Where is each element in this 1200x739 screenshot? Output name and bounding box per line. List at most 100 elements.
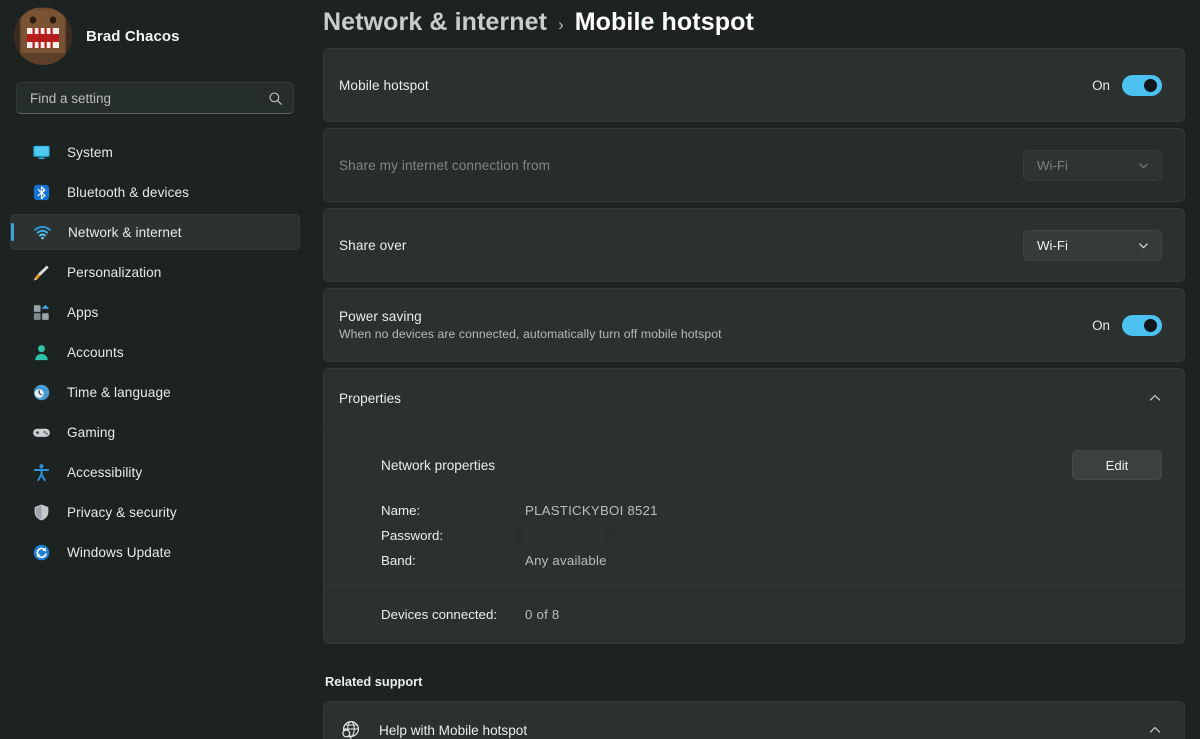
sidebar-item-label: System	[67, 145, 113, 160]
bluetooth-icon	[32, 183, 51, 202]
mobile-hotspot-toggle-group: On	[1092, 75, 1162, 96]
help-link-label: Help with Mobile hotspot	[379, 723, 1130, 738]
mobile-hotspot-row: Mobile hotspot On	[324, 49, 1184, 121]
accessibility-icon	[32, 463, 51, 482]
toggle-knob	[1144, 319, 1157, 332]
edit-button[interactable]: Edit	[1072, 450, 1162, 480]
sidebar: Brad Chacos System	[0, 0, 310, 739]
share-over-card: Share over Wi-Fi	[323, 208, 1185, 282]
properties-body: Network properties Edit Name: PLASTICKYB…	[324, 427, 1184, 585]
related-support-heading: Related support	[323, 650, 1185, 701]
chevron-down-icon	[1138, 160, 1149, 171]
sidebar-item-label: Windows Update	[67, 545, 171, 560]
avatar[interactable]	[14, 7, 72, 65]
devices-connected-section: Devices connected: 0 of 8	[324, 585, 1184, 643]
sidebar-item-personalization[interactable]: Personalization	[10, 254, 300, 290]
property-row-password: Password:	[381, 523, 1162, 548]
account-header[interactable]: Brad Chacos	[0, 0, 310, 64]
network-properties-header: Network properties Edit	[381, 446, 1162, 484]
property-row-band: Band: Any available	[381, 548, 1162, 573]
share-from-row: Share my internet connection from Wi-Fi	[324, 129, 1184, 201]
search-icon[interactable]	[268, 91, 283, 106]
property-value: PLASTICKYBOI 8521	[525, 503, 658, 518]
sidebar-item-label: Personalization	[67, 265, 161, 280]
sidebar-item-label: Time & language	[67, 385, 171, 400]
mobile-hotspot-state: On	[1092, 78, 1110, 93]
share-over-value: Wi-Fi	[1037, 238, 1068, 253]
sidebar-item-gaming[interactable]: Gaming	[10, 414, 300, 450]
help-with-mobile-hotspot-row[interactable]: Help with Mobile hotspot	[324, 702, 1184, 739]
search-input[interactable]	[30, 91, 268, 106]
share-from-dropdown: Wi-Fi	[1023, 150, 1162, 181]
breadcrumb-separator: ›	[558, 15, 564, 35]
globe-search-icon	[339, 719, 361, 739]
sidebar-item-label: Apps	[67, 305, 98, 320]
sidebar-item-system[interactable]: System	[10, 134, 300, 170]
search-container	[16, 82, 294, 114]
clock-icon	[32, 383, 51, 402]
account-name: Brad Chacos	[86, 28, 180, 45]
share-from-label: Share my internet connection from	[339, 158, 1023, 173]
help-card: Help with Mobile hotspot	[323, 701, 1185, 739]
properties-card: Properties Network properties Edit Name:…	[323, 368, 1185, 644]
devices-connected-value: 0 of 8	[525, 607, 559, 622]
person-icon	[32, 343, 51, 362]
power-saving-state: On	[1092, 318, 1110, 333]
devices-connected-row: Devices connected: 0 of 8	[381, 602, 1162, 627]
sidebar-item-time-language[interactable]: Time & language	[10, 374, 300, 410]
sidebar-item-windows-update[interactable]: Windows Update	[10, 534, 300, 570]
domo-avatar-icon	[14, 7, 72, 65]
password-redacted-value	[525, 529, 605, 542]
devices-connected-label: Devices connected:	[381, 607, 525, 622]
monitor-icon	[32, 143, 51, 162]
property-key: Band:	[381, 553, 525, 568]
update-icon	[32, 543, 51, 562]
shield-icon	[32, 503, 51, 522]
sidebar-item-apps[interactable]: Apps	[10, 294, 300, 330]
sidebar-item-label: Privacy & security	[67, 505, 177, 520]
chevron-up-icon[interactable]	[1148, 723, 1162, 737]
property-value: Any available	[525, 553, 607, 568]
toggle-knob	[1144, 79, 1157, 92]
property-key: Password:	[381, 528, 525, 543]
chevron-down-icon	[1138, 240, 1149, 251]
sidebar-item-accounts[interactable]: Accounts	[10, 334, 300, 370]
sidebar-item-label: Accessibility	[67, 465, 142, 480]
sidebar-item-accessibility[interactable]: Accessibility	[10, 454, 300, 490]
share-from-value: Wi-Fi	[1037, 158, 1068, 173]
sidebar-item-network-internet[interactable]: Network & internet	[10, 214, 300, 250]
chevron-up-icon[interactable]	[1148, 391, 1162, 405]
properties-expander-header[interactable]: Properties	[324, 369, 1184, 427]
mobile-hotspot-toggle[interactable]	[1122, 75, 1162, 96]
share-over-row: Share over Wi-Fi	[324, 209, 1184, 281]
power-saving-description: When no devices are connected, automatic…	[339, 327, 1092, 341]
property-row-name: Name: PLASTICKYBOI 8521	[381, 498, 1162, 523]
page-title: Mobile hotspot	[575, 8, 754, 37]
breadcrumb: Network & internet › Mobile hotspot	[310, 0, 1200, 48]
power-saving-toggle[interactable]	[1122, 315, 1162, 336]
main-content: Network & internet › Mobile hotspot Mobi…	[310, 0, 1200, 739]
sidebar-item-label: Network & internet	[68, 225, 182, 240]
power-saving-label: Power saving	[339, 309, 1092, 324]
sidebar-item-bluetooth-devices[interactable]: Bluetooth & devices	[10, 174, 300, 210]
network-properties-list: Name: PLASTICKYBOI 8521 Password: Band: …	[381, 498, 1162, 573]
settings-list: Mobile hotspot On Share my internet conn…	[310, 48, 1200, 739]
mobile-hotspot-label: Mobile hotspot	[339, 78, 1092, 93]
power-saving-row: Power saving When no devices are connect…	[324, 289, 1184, 361]
breadcrumb-parent-link[interactable]: Network & internet	[323, 8, 547, 37]
sidebar-item-label: Bluetooth & devices	[67, 185, 189, 200]
power-saving-card: Power saving When no devices are connect…	[323, 288, 1185, 362]
search-box[interactable]	[16, 82, 294, 114]
mobile-hotspot-card: Mobile hotspot On	[323, 48, 1185, 122]
gamepad-icon	[32, 423, 51, 442]
properties-label: Properties	[339, 391, 1148, 406]
share-over-dropdown[interactable]: Wi-Fi	[1023, 230, 1162, 261]
share-from-card: Share my internet connection from Wi-Fi	[323, 128, 1185, 202]
sidebar-item-label: Gaming	[67, 425, 115, 440]
sidebar-item-privacy-security[interactable]: Privacy & security	[10, 494, 300, 530]
power-saving-toggle-group: On	[1092, 315, 1162, 336]
apps-icon	[32, 303, 51, 322]
network-properties-label: Network properties	[381, 458, 1072, 473]
property-key: Name:	[381, 503, 525, 518]
wifi-icon	[33, 223, 52, 242]
